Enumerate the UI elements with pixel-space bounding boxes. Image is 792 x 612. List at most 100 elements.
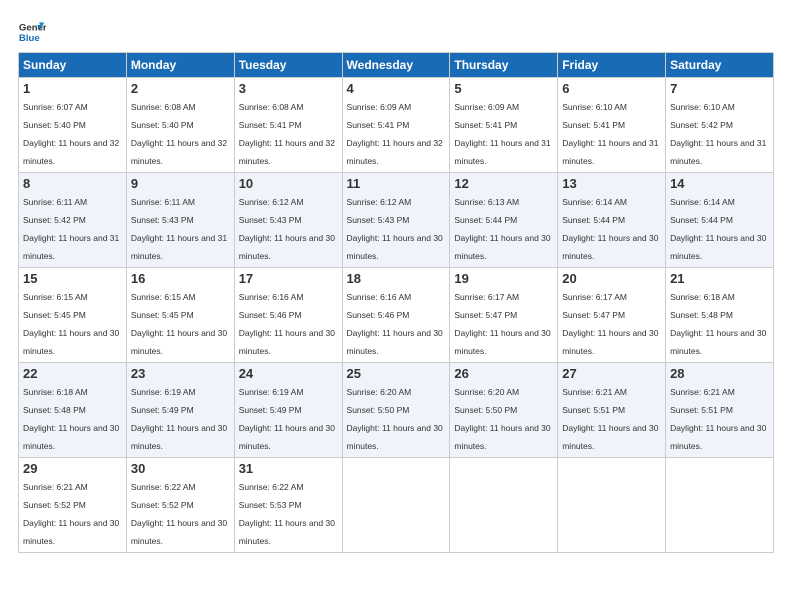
- day-number: 5: [454, 81, 553, 96]
- day-info: Sunrise: 6:10 AMSunset: 5:41 PMDaylight:…: [562, 102, 658, 166]
- calendar-cell: 18 Sunrise: 6:16 AMSunset: 5:46 PMDaylig…: [342, 268, 450, 363]
- day-number: 14: [670, 176, 769, 191]
- calendar-cell: 17 Sunrise: 6:16 AMSunset: 5:46 PMDaylig…: [234, 268, 342, 363]
- day-number: 28: [670, 366, 769, 381]
- day-info: Sunrise: 6:21 AMSunset: 5:51 PMDaylight:…: [670, 387, 766, 451]
- calendar-cell: 15 Sunrise: 6:15 AMSunset: 5:45 PMDaylig…: [19, 268, 127, 363]
- weekday-header-row: SundayMondayTuesdayWednesdayThursdayFrid…: [19, 53, 774, 78]
- calendar-cell: 7 Sunrise: 6:10 AMSunset: 5:42 PMDayligh…: [666, 78, 774, 173]
- day-number: 30: [131, 461, 230, 476]
- day-info: Sunrise: 6:10 AMSunset: 5:42 PMDaylight:…: [670, 102, 766, 166]
- calendar-cell: 5 Sunrise: 6:09 AMSunset: 5:41 PMDayligh…: [450, 78, 558, 173]
- day-info: Sunrise: 6:16 AMSunset: 5:46 PMDaylight:…: [347, 292, 443, 356]
- calendar-cell: 12 Sunrise: 6:13 AMSunset: 5:44 PMDaylig…: [450, 173, 558, 268]
- calendar-cell: 26 Sunrise: 6:20 AMSunset: 5:50 PMDaylig…: [450, 363, 558, 458]
- day-number: 11: [347, 176, 446, 191]
- day-info: Sunrise: 6:12 AMSunset: 5:43 PMDaylight:…: [239, 197, 335, 261]
- calendar-cell: 21 Sunrise: 6:18 AMSunset: 5:48 PMDaylig…: [666, 268, 774, 363]
- day-info: Sunrise: 6:22 AMSunset: 5:52 PMDaylight:…: [131, 482, 227, 546]
- day-number: 31: [239, 461, 338, 476]
- calendar-cell: 28 Sunrise: 6:21 AMSunset: 5:51 PMDaylig…: [666, 363, 774, 458]
- day-info: Sunrise: 6:08 AMSunset: 5:41 PMDaylight:…: [239, 102, 335, 166]
- weekday-header: Friday: [558, 53, 666, 78]
- calendar-cell: 29 Sunrise: 6:21 AMSunset: 5:52 PMDaylig…: [19, 458, 127, 553]
- day-info: Sunrise: 6:21 AMSunset: 5:52 PMDaylight:…: [23, 482, 119, 546]
- calendar-cell: 30 Sunrise: 6:22 AMSunset: 5:52 PMDaylig…: [126, 458, 234, 553]
- day-number: 21: [670, 271, 769, 286]
- day-number: 15: [23, 271, 122, 286]
- day-number: 7: [670, 81, 769, 96]
- day-number: 26: [454, 366, 553, 381]
- day-info: Sunrise: 6:13 AMSunset: 5:44 PMDaylight:…: [454, 197, 550, 261]
- day-info: Sunrise: 6:18 AMSunset: 5:48 PMDaylight:…: [23, 387, 119, 451]
- day-number: 13: [562, 176, 661, 191]
- day-number: 23: [131, 366, 230, 381]
- calendar-cell: 11 Sunrise: 6:12 AMSunset: 5:43 PMDaylig…: [342, 173, 450, 268]
- day-info: Sunrise: 6:07 AMSunset: 5:40 PMDaylight:…: [23, 102, 119, 166]
- calendar-cell: 24 Sunrise: 6:19 AMSunset: 5:49 PMDaylig…: [234, 363, 342, 458]
- day-number: 1: [23, 81, 122, 96]
- calendar-cell: 14 Sunrise: 6:14 AMSunset: 5:44 PMDaylig…: [666, 173, 774, 268]
- day-info: Sunrise: 6:20 AMSunset: 5:50 PMDaylight:…: [347, 387, 443, 451]
- day-number: 16: [131, 271, 230, 286]
- calendar-cell: [666, 458, 774, 553]
- day-info: Sunrise: 6:11 AMSunset: 5:42 PMDaylight:…: [23, 197, 119, 261]
- header: General Blue: [18, 18, 774, 46]
- calendar-cell: 13 Sunrise: 6:14 AMSunset: 5:44 PMDaylig…: [558, 173, 666, 268]
- day-number: 2: [131, 81, 230, 96]
- calendar-cell: 2 Sunrise: 6:08 AMSunset: 5:40 PMDayligh…: [126, 78, 234, 173]
- day-info: Sunrise: 6:11 AMSunset: 5:43 PMDaylight:…: [131, 197, 227, 261]
- calendar-cell: 31 Sunrise: 6:22 AMSunset: 5:53 PMDaylig…: [234, 458, 342, 553]
- day-number: 24: [239, 366, 338, 381]
- calendar-cell: 10 Sunrise: 6:12 AMSunset: 5:43 PMDaylig…: [234, 173, 342, 268]
- calendar-cell: 25 Sunrise: 6:20 AMSunset: 5:50 PMDaylig…: [342, 363, 450, 458]
- day-number: 20: [562, 271, 661, 286]
- day-info: Sunrise: 6:19 AMSunset: 5:49 PMDaylight:…: [239, 387, 335, 451]
- calendar-cell: [450, 458, 558, 553]
- day-info: Sunrise: 6:19 AMSunset: 5:49 PMDaylight:…: [131, 387, 227, 451]
- weekday-header: Sunday: [19, 53, 127, 78]
- day-number: 27: [562, 366, 661, 381]
- day-info: Sunrise: 6:08 AMSunset: 5:40 PMDaylight:…: [131, 102, 227, 166]
- day-info: Sunrise: 6:16 AMSunset: 5:46 PMDaylight:…: [239, 292, 335, 356]
- day-number: 19: [454, 271, 553, 286]
- day-number: 9: [131, 176, 230, 191]
- day-number: 25: [347, 366, 446, 381]
- logo: General Blue: [18, 18, 46, 46]
- weekday-header: Wednesday: [342, 53, 450, 78]
- day-number: 3: [239, 81, 338, 96]
- calendar-cell: 9 Sunrise: 6:11 AMSunset: 5:43 PMDayligh…: [126, 173, 234, 268]
- day-info: Sunrise: 6:15 AMSunset: 5:45 PMDaylight:…: [131, 292, 227, 356]
- weekday-header: Monday: [126, 53, 234, 78]
- day-info: Sunrise: 6:21 AMSunset: 5:51 PMDaylight:…: [562, 387, 658, 451]
- day-number: 29: [23, 461, 122, 476]
- calendar-cell: 8 Sunrise: 6:11 AMSunset: 5:42 PMDayligh…: [19, 173, 127, 268]
- day-number: 10: [239, 176, 338, 191]
- calendar-cell: 20 Sunrise: 6:17 AMSunset: 5:47 PMDaylig…: [558, 268, 666, 363]
- day-number: 17: [239, 271, 338, 286]
- calendar-cell: 27 Sunrise: 6:21 AMSunset: 5:51 PMDaylig…: [558, 363, 666, 458]
- weekday-header: Thursday: [450, 53, 558, 78]
- calendar-cell: [342, 458, 450, 553]
- day-number: 6: [562, 81, 661, 96]
- day-info: Sunrise: 6:17 AMSunset: 5:47 PMDaylight:…: [562, 292, 658, 356]
- calendar-cell: [558, 458, 666, 553]
- weekday-header: Tuesday: [234, 53, 342, 78]
- day-info: Sunrise: 6:18 AMSunset: 5:48 PMDaylight:…: [670, 292, 766, 356]
- calendar-cell: 6 Sunrise: 6:10 AMSunset: 5:41 PMDayligh…: [558, 78, 666, 173]
- day-info: Sunrise: 6:22 AMSunset: 5:53 PMDaylight:…: [239, 482, 335, 546]
- calendar-cell: 4 Sunrise: 6:09 AMSunset: 5:41 PMDayligh…: [342, 78, 450, 173]
- day-number: 18: [347, 271, 446, 286]
- day-info: Sunrise: 6:09 AMSunset: 5:41 PMDaylight:…: [454, 102, 550, 166]
- day-info: Sunrise: 6:17 AMSunset: 5:47 PMDaylight:…: [454, 292, 550, 356]
- day-info: Sunrise: 6:14 AMSunset: 5:44 PMDaylight:…: [562, 197, 658, 261]
- logo-icon: General Blue: [18, 18, 46, 46]
- day-number: 12: [454, 176, 553, 191]
- weekday-header: Saturday: [666, 53, 774, 78]
- calendar-cell: 23 Sunrise: 6:19 AMSunset: 5:49 PMDaylig…: [126, 363, 234, 458]
- calendar-page: General Blue SundayMondayTuesdayWednesda…: [0, 0, 792, 612]
- day-info: Sunrise: 6:14 AMSunset: 5:44 PMDaylight:…: [670, 197, 766, 261]
- calendar-cell: 22 Sunrise: 6:18 AMSunset: 5:48 PMDaylig…: [19, 363, 127, 458]
- day-info: Sunrise: 6:09 AMSunset: 5:41 PMDaylight:…: [347, 102, 443, 166]
- day-info: Sunrise: 6:15 AMSunset: 5:45 PMDaylight:…: [23, 292, 119, 356]
